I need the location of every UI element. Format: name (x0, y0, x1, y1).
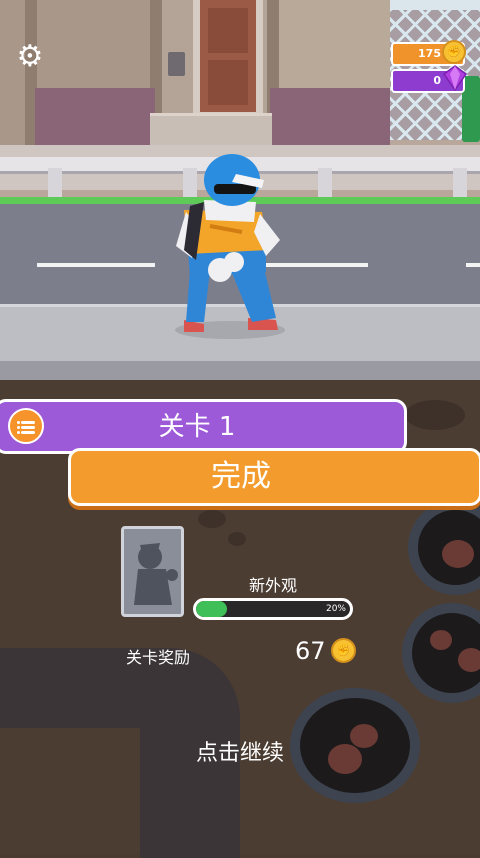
menu-list-button[interactable] (8, 408, 44, 444)
coin-icon: ✊ (442, 40, 466, 64)
level-banner: 关卡 1 (0, 399, 407, 454)
burrow-creature (430, 630, 452, 650)
settings-gear-icon[interactable]: ⚙ (14, 41, 46, 73)
level-reward-label: 关卡奖励 (126, 648, 191, 667)
lane-marking (37, 263, 155, 267)
done-button[interactable]: 完成 (68, 448, 480, 506)
burrow-creature (458, 648, 480, 672)
list-icon (17, 421, 20, 424)
pebble (228, 532, 246, 546)
skin-progress-value: 20% (325, 604, 346, 614)
wall-base-left (35, 88, 155, 146)
level-reward-value: 67 (295, 637, 326, 665)
burrow-creature (442, 540, 474, 568)
done-button-label: 完成 (211, 459, 271, 494)
new-skin-label: 新外观 (248, 576, 297, 595)
level-title: 关卡 1 (158, 412, 236, 442)
door (200, 0, 256, 112)
fighter-character (175, 154, 285, 339)
skin-progress-bar: 20% (193, 598, 353, 620)
silhouette-icon (134, 543, 178, 605)
coin-count: 175 (418, 47, 441, 60)
new-skin-card (121, 526, 184, 617)
wall-base-right (270, 88, 390, 146)
pebble (198, 510, 226, 528)
rail-post (48, 168, 62, 200)
curb (0, 361, 480, 380)
rail-post (318, 168, 332, 200)
lane-marking (466, 263, 480, 267)
tap-to-continue[interactable]: 点击继续 (0, 735, 480, 767)
gem-icon (443, 65, 467, 91)
skin-progress-fill (196, 601, 227, 617)
pebble (405, 400, 465, 430)
rail-post (453, 168, 467, 200)
coin-icon: ✊ (331, 638, 356, 663)
lattice-top (390, 0, 480, 10)
gem-count: 0 (433, 74, 441, 87)
intercom (168, 52, 185, 76)
